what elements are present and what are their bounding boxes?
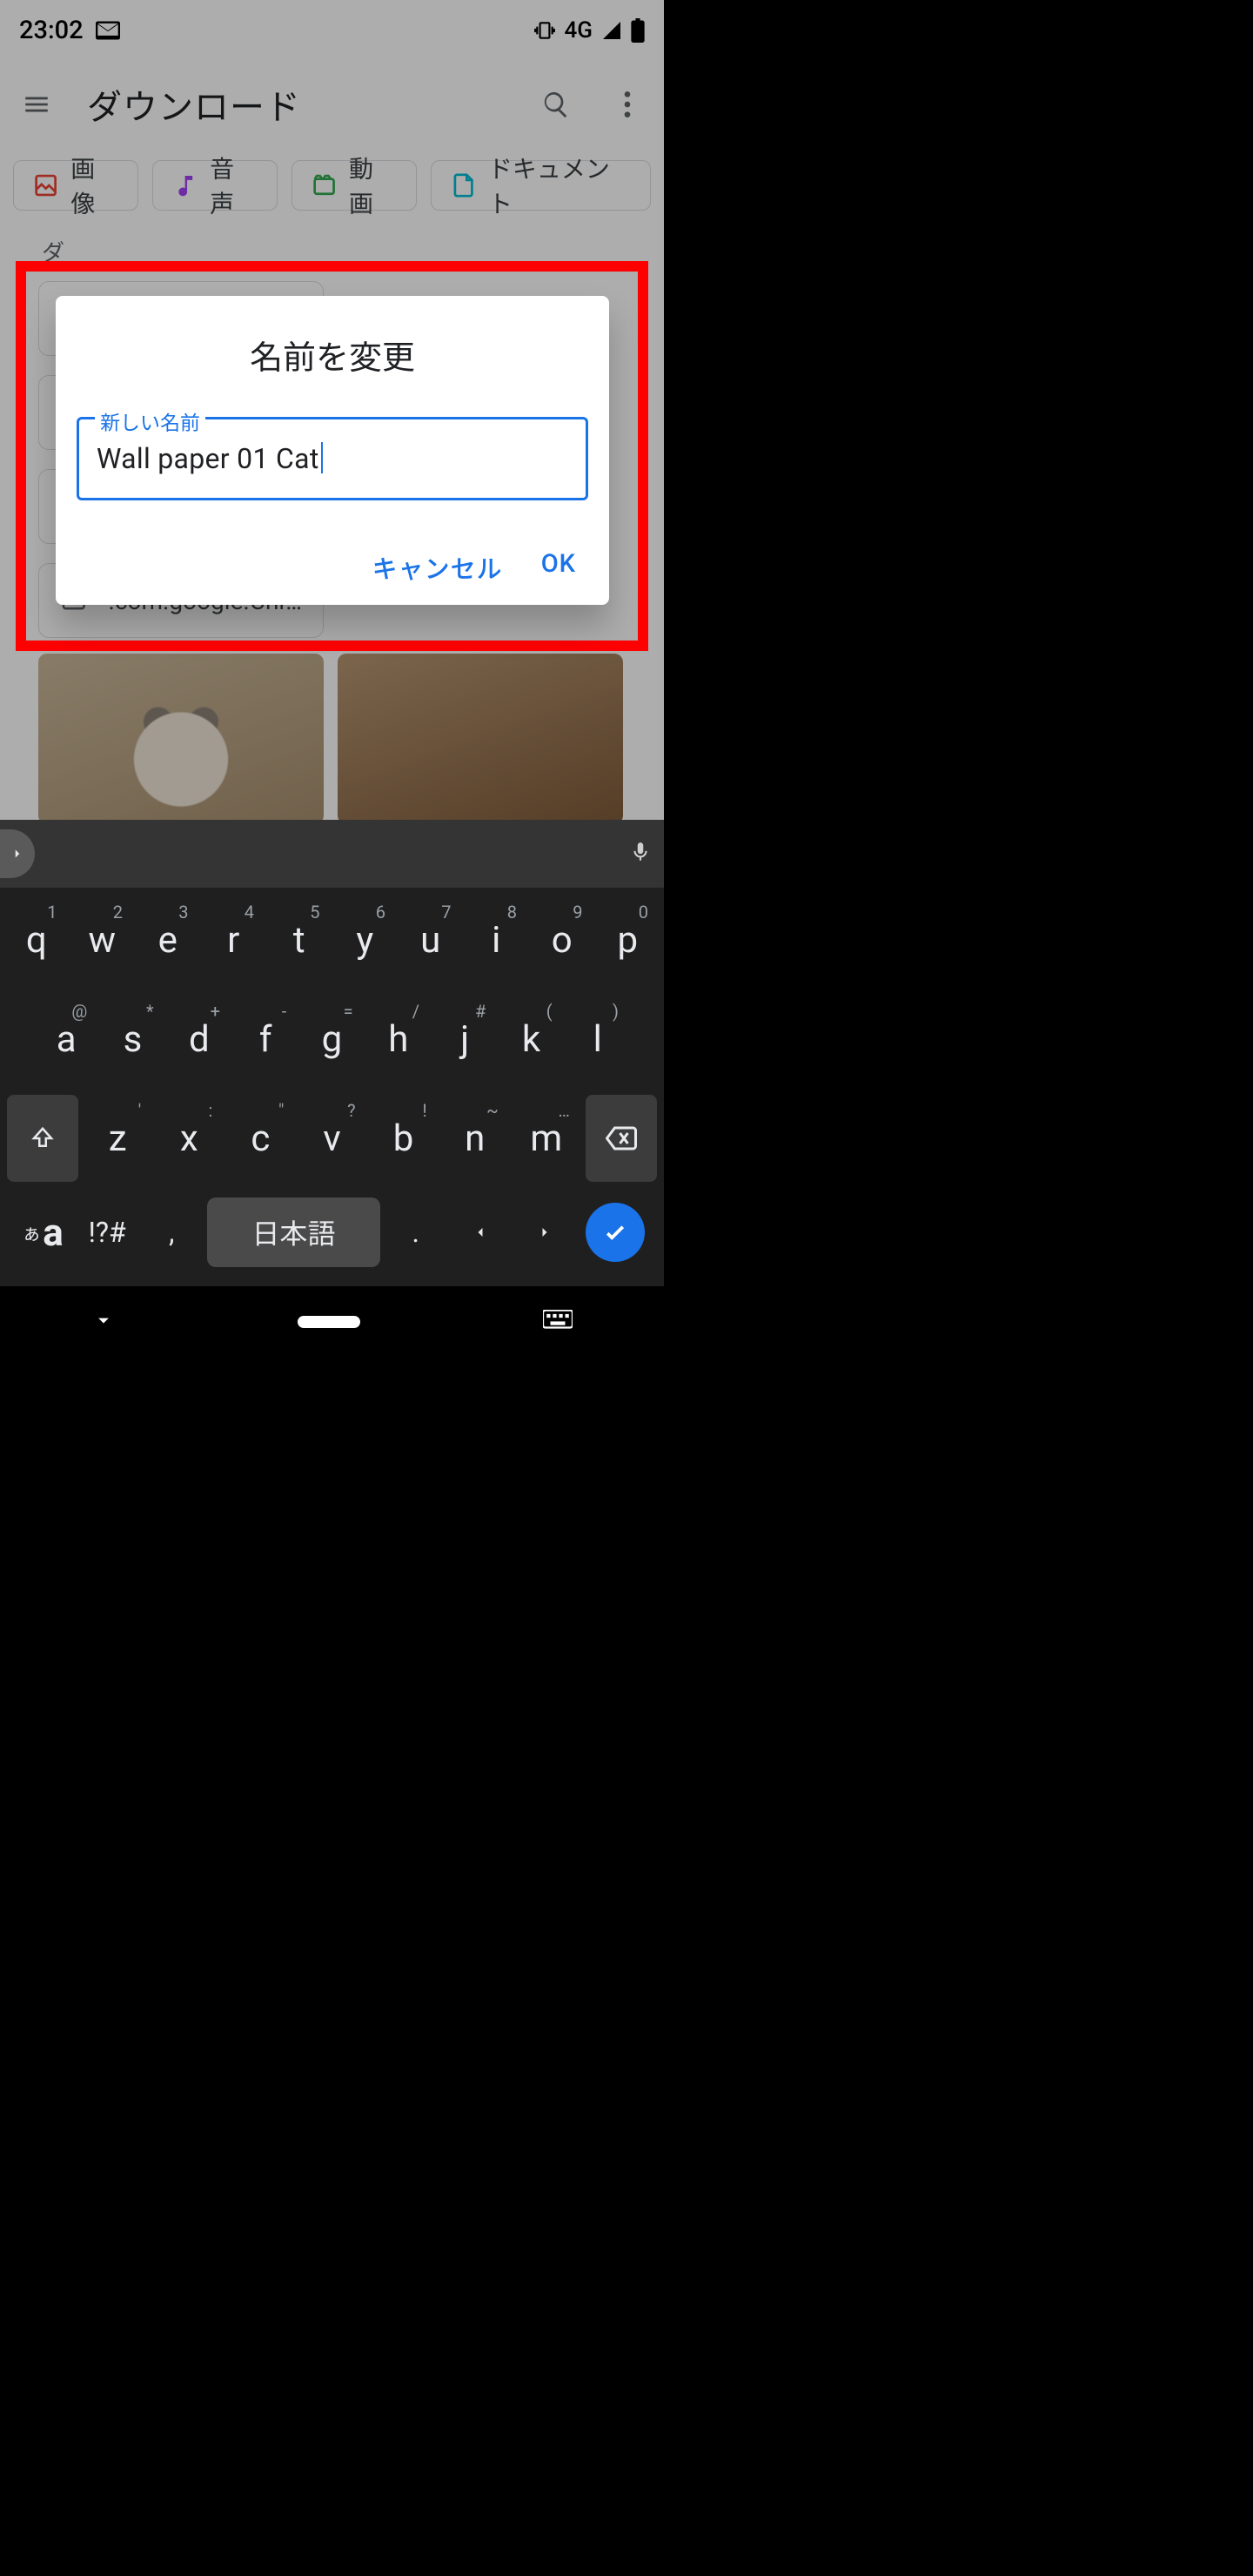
chip-video[interactable]: 動画 <box>291 160 417 211</box>
key-j[interactable]: j# <box>435 996 494 1083</box>
chip-image[interactable]: 画像 <box>13 160 138 211</box>
key-l[interactable]: l) <box>568 996 627 1083</box>
key-q[interactable]: q1 <box>7 896 66 983</box>
app-bar: ダウンロード <box>0 61 664 148</box>
key-h[interactable]: h/ <box>369 996 428 1083</box>
key-a[interactable]: a@ <box>37 996 96 1083</box>
expand-suggestions-icon[interactable] <box>0 829 35 878</box>
period-key[interactable]: . <box>387 1197 445 1267</box>
key-v[interactable]: v? <box>299 1095 364 1182</box>
comma-key[interactable]: , <box>143 1197 200 1267</box>
key-o[interactable]: o9 <box>533 896 592 983</box>
cancel-button[interactable]: キャンセル <box>372 549 503 586</box>
status-time: 23:02 <box>19 16 84 45</box>
battery-icon <box>631 18 645 43</box>
key-b[interactable]: b! <box>372 1095 436 1182</box>
dialog-title: 名前を変更 <box>77 331 588 379</box>
key-k[interactable]: k( <box>501 996 560 1083</box>
shift-key[interactable] <box>7 1095 78 1182</box>
network-label: 4G <box>565 17 593 44</box>
system-nav-bar <box>0 1286 664 1358</box>
key-c[interactable]: c" <box>228 1095 292 1182</box>
mic-icon[interactable] <box>629 839 652 869</box>
symbols-key[interactable]: !?# <box>78 1197 136 1267</box>
page-title: ダウンロード <box>87 79 301 130</box>
section-label: ダ <box>0 223 664 272</box>
soft-keyboard: q1w2e3r4t5y6u7i8o9p0 a@s*d+f-g=h/j#k(l) … <box>0 820 664 1286</box>
key-f[interactable]: f- <box>236 996 295 1083</box>
text-caret <box>321 442 323 473</box>
key-u[interactable]: u7 <box>401 896 460 983</box>
status-bar: 23:02 4G <box>0 0 664 61</box>
key-x[interactable]: x: <box>157 1095 221 1182</box>
search-icon[interactable] <box>535 84 577 125</box>
key-d[interactable]: d+ <box>170 996 229 1083</box>
key-w[interactable]: w2 <box>73 896 132 983</box>
chip-document[interactable]: ドキュメント <box>431 160 651 211</box>
image-thumbnail[interactable] <box>338 654 623 824</box>
ok-button[interactable]: OK <box>541 549 576 586</box>
signal-icon <box>601 20 622 41</box>
backspace-key[interactable] <box>586 1095 657 1182</box>
nav-home-pill[interactable] <box>298 1316 360 1328</box>
key-t[interactable]: t5 <box>270 896 329 983</box>
field-value: Wall paper 01 Cat <box>97 442 319 475</box>
key-r[interactable]: r4 <box>204 896 264 983</box>
field-label: 新しい名前 <box>95 406 205 436</box>
key-e[interactable]: e3 <box>138 896 198 983</box>
key-z[interactable]: z' <box>85 1095 150 1182</box>
enter-key[interactable] <box>586 1203 645 1262</box>
mail-icon <box>96 21 120 40</box>
nav-keyboard-icon[interactable] <box>543 1310 573 1334</box>
cursor-right-key[interactable] <box>516 1197 573 1267</box>
key-y[interactable]: y6 <box>336 896 395 983</box>
more-menu-icon[interactable] <box>606 84 648 125</box>
filter-chips: 画像 音声 動画 ドキュメント <box>0 148 664 223</box>
image-thumbnail[interactable] <box>38 654 324 824</box>
cursor-left-key[interactable] <box>452 1197 509 1267</box>
key-i[interactable]: i8 <box>467 896 526 983</box>
key-m[interactable]: m… <box>514 1095 579 1182</box>
space-key[interactable]: 日本語 <box>207 1197 379 1267</box>
nav-back-icon[interactable] <box>91 1308 116 1336</box>
language-toggle-key[interactable]: ぁa <box>14 1197 71 1267</box>
chip-audio[interactable]: 音声 <box>152 160 278 211</box>
key-n[interactable]: n~ <box>443 1095 507 1182</box>
key-s[interactable]: s* <box>103 996 162 1083</box>
hamburger-menu-icon[interactable] <box>16 84 57 125</box>
key-g[interactable]: g= <box>302 996 361 1083</box>
key-p[interactable]: p0 <box>599 896 658 983</box>
vibrate-icon <box>533 19 556 42</box>
rename-dialog: 名前を変更 新しい名前 Wall paper 01 Cat キャンセル OK <box>56 296 609 605</box>
rename-input[interactable]: 新しい名前 Wall paper 01 Cat <box>77 417 588 500</box>
